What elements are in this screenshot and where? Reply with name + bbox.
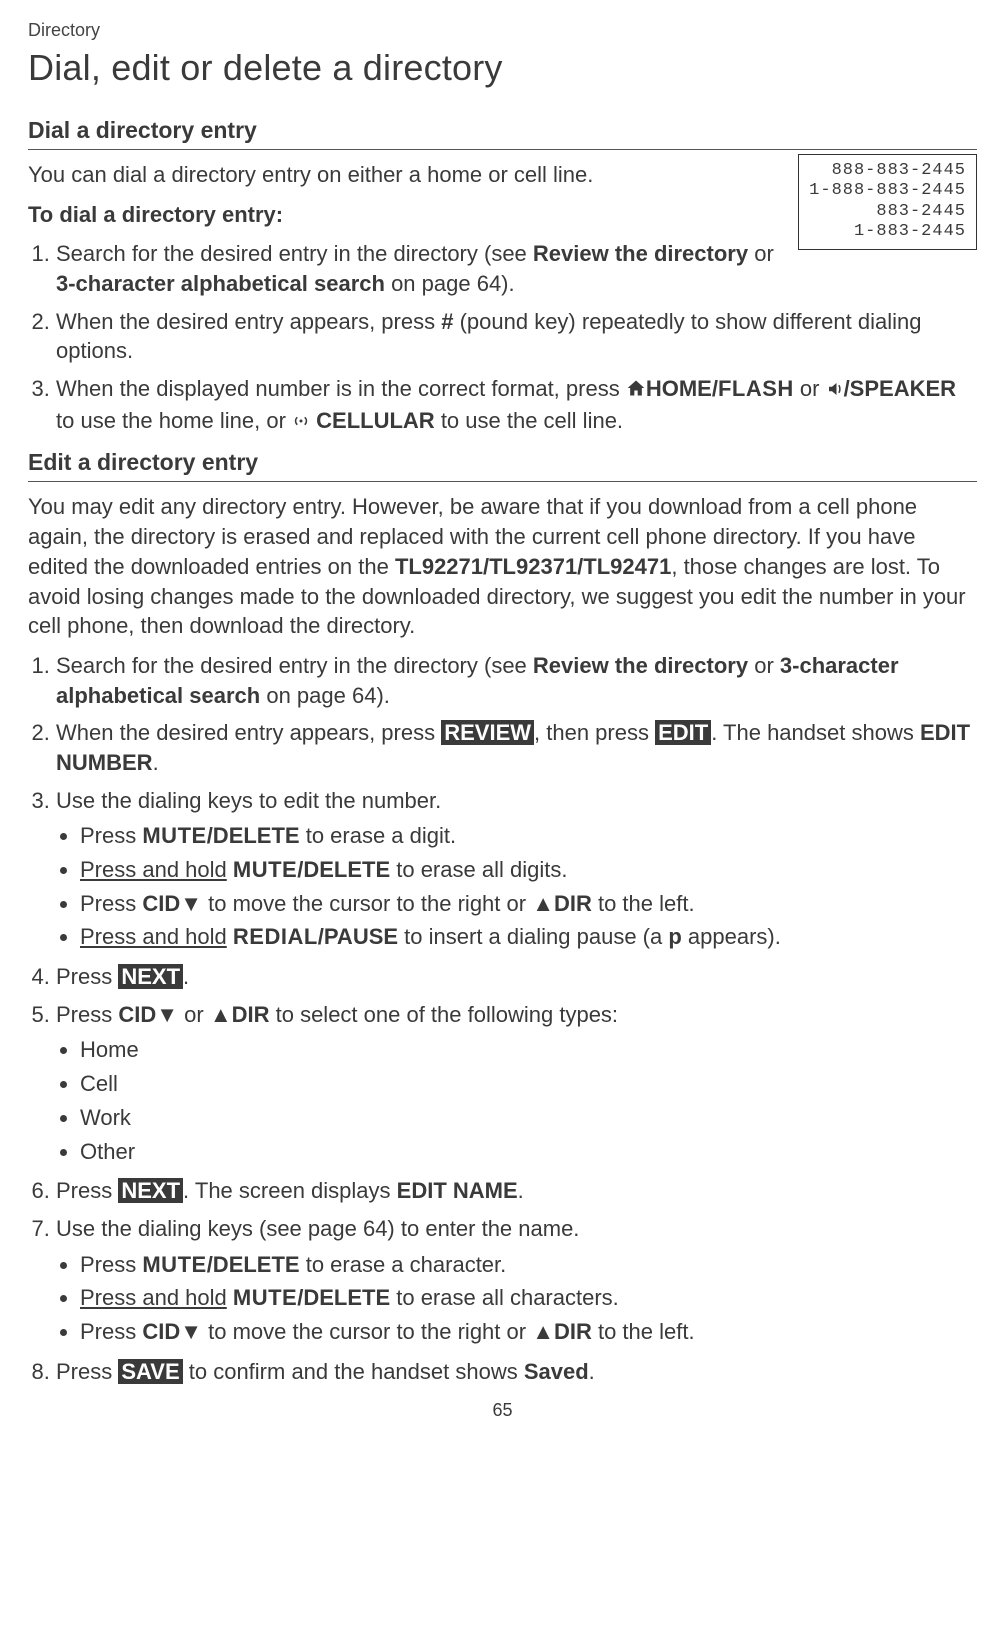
sub-item: Press MUTE/DELETE to erase a digit. [80,821,977,851]
edit-steps-list: Search for the desired entry in the dire… [28,651,977,1386]
screen-line: 888-883-2445 [809,161,966,181]
up-arrow-icon: ▲ [532,891,554,916]
sub-item: Press and hold MUTE/DELETE to erase all … [80,1283,977,1313]
up-arrow-icon: ▲ [532,1319,554,1344]
edit-step-4: Press NEXT. [56,962,977,992]
type-option: Home [80,1035,977,1065]
type-option: Other [80,1137,977,1167]
edit-step7-sublist: Press MUTE/DELETE to erase a character. … [56,1250,977,1347]
cellular-icon [292,408,310,438]
home-icon [626,376,646,406]
breadcrumb: Directory [28,18,977,42]
page-number: 65 [28,1398,977,1422]
sub-item: Press and hold REDIAL/PAUSE to insert a … [80,922,977,952]
edit-step-8: Press SAVE to confirm and the handset sh… [56,1357,977,1387]
screen-line: 1-888-883-2445 [809,181,966,201]
edit-step-6: Press NEXT. The screen displays EDIT NAM… [56,1176,977,1206]
speaker-icon [826,376,844,406]
dial-step-2: When the desired entry appears, press # … [56,307,977,366]
sub-item: Press CID▼ to move the cursor to the rig… [80,889,977,919]
up-arrow-icon: ▲ [210,1002,232,1027]
type-option: Cell [80,1069,977,1099]
edit-step-2: When the desired entry appears, press RE… [56,718,977,777]
sub-item: Press MUTE/DELETE to erase a character. [80,1250,977,1280]
dial-step-3: When the displayed number is in the corr… [56,374,977,437]
down-arrow-icon: ▼ [180,1319,202,1344]
edit-step-7: Use the dialing keys (see page 64) to en… [56,1214,977,1347]
type-list: Home Cell Work Other [56,1035,977,1166]
edit-step-3: Use the dialing keys to edit the number.… [56,786,977,952]
edit-step3-sublist: Press MUTE/DELETE to erase a digit. Pres… [56,821,977,952]
down-arrow-icon: ▼ [156,1002,178,1027]
sub-item: Press CID▼ to move the cursor to the rig… [80,1317,977,1347]
screen-line: 883-2445 [809,202,966,222]
screen-line: 1-883-2445 [809,222,966,242]
edit-step-5: Press CID▼ or ▲DIR to select one of the … [56,1000,977,1166]
phone-screen-preview: 888-883-2445 1-888-883-2445 883-2445 1-8… [798,154,977,250]
edit-step-1: Search for the desired entry in the dire… [56,651,977,710]
section-edit-heading: Edit a directory entry [28,447,977,482]
down-arrow-icon: ▼ [180,891,202,916]
sub-item: Press and hold MUTE/DELETE to erase all … [80,855,977,885]
section-dial-heading: Dial a directory entry [28,115,977,150]
type-option: Work [80,1103,977,1133]
page-title: Dial, edit or delete a directory [28,44,977,93]
dial-steps-list: Search for the desired entry in the dire… [28,239,977,437]
section2-intro: You may edit any directory entry. Howeve… [28,492,977,640]
